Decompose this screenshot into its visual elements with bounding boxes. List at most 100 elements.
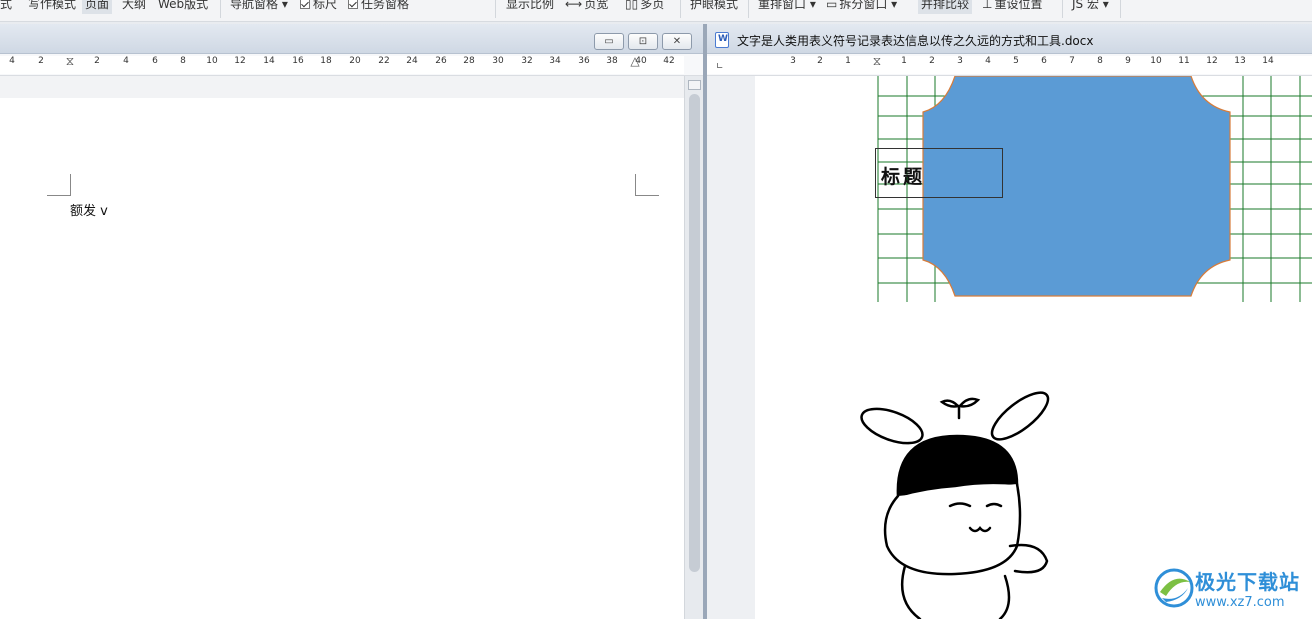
ruler-tick: 8 xyxy=(1097,56,1103,66)
page-width-icon: ⟷ xyxy=(565,0,583,11)
indent-marker-icon[interactable]: ⧖ xyxy=(873,54,881,69)
page-width-label: 页宽 xyxy=(584,0,609,11)
ruler-tick: 2 xyxy=(817,56,823,66)
ribbon-item-arrange-windows[interactable]: 重排窗口 ▾ xyxy=(758,0,816,14)
dropdown-arrow-icon: ▾ xyxy=(887,0,898,11)
ruler-tick: 10 xyxy=(206,56,218,66)
ruler-tick: 13 xyxy=(1234,56,1246,66)
ruler-tick: 1 xyxy=(845,56,851,66)
ruler-tick: 3 xyxy=(957,56,963,66)
ruler-tick: 4 xyxy=(985,56,991,66)
scrollbar-thumb[interactable] xyxy=(689,94,700,572)
restore-icon: ⊡ xyxy=(638,36,648,47)
close-button[interactable]: ✕ xyxy=(662,33,692,50)
ribbon-separator xyxy=(1062,0,1063,18)
ribbon-item-outline[interactable]: 大纲 xyxy=(122,0,146,14)
ruler-tick: 4 xyxy=(123,56,129,66)
right-document-canvas[interactable]: 标题 xyxy=(707,75,1312,619)
ruler-tick: 20 xyxy=(349,56,361,66)
wps-writer-doc-icon xyxy=(715,32,729,48)
js-macro-label: JS 宏 xyxy=(1072,0,1099,11)
ruler-tick: 2 xyxy=(929,56,935,66)
ruler-tick: 7 xyxy=(1069,56,1075,66)
ruler-tick: 22 xyxy=(378,56,390,66)
right-title-bar: 文字是人类用表义符号记录表达信息以传之久远的方式和工具.docx xyxy=(707,24,1312,54)
close-icon: ✕ xyxy=(672,36,682,47)
reset-position-label: 重设位置 xyxy=(994,0,1043,11)
site-watermark: 极光下载站 www.xz7.com xyxy=(1150,562,1310,614)
ribbon-item-ruler[interactable]: 标尺 xyxy=(300,0,337,14)
checkbox-icon xyxy=(348,0,358,9)
ruler-tick: 1 xyxy=(901,56,907,66)
document-title: 文字是人类用表义符号记录表达信息以传之久远的方式和工具.docx xyxy=(737,34,1094,48)
ruler-tick: 9 xyxy=(1125,56,1131,66)
ribbon-separator xyxy=(495,0,496,18)
ribbon-item-mode[interactable]: 式 xyxy=(0,0,12,14)
ruler-tick: 40 xyxy=(635,56,647,66)
ruler-tick: 14 xyxy=(263,56,275,66)
ribbon-item-page-width[interactable]: ⟷ 页宽 xyxy=(565,0,608,14)
dropdown-arrow-icon: ▾ xyxy=(1098,0,1109,11)
ruler-tick: 26 xyxy=(435,56,447,66)
ribbon-item-reset-position[interactable]: ⊥ 重设位置 xyxy=(982,0,1042,14)
app-window: 式 写作模式 页面 大纲 Web版式 导航窗格 ▾ 标尺 任务窗格 显示比例 ⟷… xyxy=(0,0,1312,619)
nav-pane-label: 导航窗格 xyxy=(230,0,279,11)
minimize-button[interactable]: ▭ xyxy=(594,33,624,50)
ruler-tick: 4 xyxy=(9,56,15,66)
left-document-window: ▭ ⊡ ✕ 4 2 ⧖ 2 4 6 8 10 12 14 16 18 20 22… xyxy=(0,24,703,619)
indent-marker-icon[interactable]: ⧖ xyxy=(66,54,74,69)
reset-position-icon: ⊥ xyxy=(982,0,993,11)
checkbox-icon xyxy=(300,0,310,9)
document-body-text[interactable]: 额发 v xyxy=(70,200,108,219)
ribbon-item-page-view[interactable]: 页面 xyxy=(82,0,113,14)
ribbon-item-eye-protection[interactable]: 护眼模式 xyxy=(690,0,738,14)
ruler-tick: 11 xyxy=(1178,56,1190,66)
ribbon-item-nav-pane[interactable]: 导航窗格 ▾ xyxy=(230,0,288,14)
ruler-tick: 10 xyxy=(1150,56,1162,66)
left-horizontal-ruler[interactable]: 4 2 ⧖ 2 4 6 8 10 12 14 16 18 20 22 24 26… xyxy=(0,54,703,76)
ribbon-item-task-pane[interactable]: 任务窗格 xyxy=(348,0,409,14)
ribbon-view-toolbar: 式 写作模式 页面 大纲 Web版式 导航窗格 ▾ 标尺 任务窗格 显示比例 ⟷… xyxy=(0,0,1312,22)
document-page[interactable]: 标题 xyxy=(755,75,1312,619)
ruler-tick: 6 xyxy=(152,56,158,66)
ribbon-item-web-layout[interactable]: Web版式 xyxy=(158,0,208,14)
ruler-toggle-button[interactable] xyxy=(688,80,701,90)
ruler-tick: 38 xyxy=(606,56,618,66)
ribbon-item-writing-mode[interactable]: 写作模式 xyxy=(28,0,76,14)
rabbit-illustration[interactable] xyxy=(857,385,1055,619)
ruler-page-area xyxy=(707,56,1312,74)
split-window-label: 拆分窗口 xyxy=(839,0,888,11)
left-document-canvas[interactable]: 额发 v xyxy=(0,76,684,619)
ruler-tick: 42 xyxy=(663,56,675,66)
ribbon-item-split-window[interactable]: ▭ 拆分窗口 ▾ xyxy=(826,0,897,14)
ribbon-item-js-macro[interactable]: JS 宏 ▾ xyxy=(1072,0,1109,14)
multi-page-label: 多页 xyxy=(640,0,665,11)
ribbon-separator xyxy=(680,0,681,18)
split-window-icon: ▭ xyxy=(826,0,838,11)
ruler-tick: 32 xyxy=(521,56,533,66)
ruler-tick: 6 xyxy=(1041,56,1047,66)
ribbon-item-zoom[interactable]: 显示比例 xyxy=(506,0,554,14)
text-box[interactable]: 标题 xyxy=(875,148,1003,198)
ribbon-item-multi-page[interactable]: ▯▯ 多页 xyxy=(625,0,664,14)
margin-corner-mark xyxy=(635,174,659,196)
right-document-window: 文字是人类用表义符号记录表达信息以传之久远的方式和工具.docx ∟ 3 2 1… xyxy=(707,24,1312,619)
restore-button[interactable]: ⊡ xyxy=(628,33,658,50)
tab-stop-icon[interactable]: ∟ xyxy=(716,62,724,72)
ruler-tick: 14 xyxy=(1262,56,1274,66)
arrange-windows-label: 重排窗口 xyxy=(758,0,807,11)
ruler-tick: 24 xyxy=(406,56,418,66)
right-horizontal-ruler[interactable]: ∟ 3 2 1 ⧖ 1 2 3 4 5 6 7 8 9 10 11 12 13 … xyxy=(707,54,1312,76)
ruler-tick: 3 xyxy=(790,56,796,66)
ruler-tick: 30 xyxy=(492,56,504,66)
ruler-tick: 12 xyxy=(234,56,246,66)
task-pane-label: 任务窗格 xyxy=(361,0,410,11)
left-vertical-scrollbar[interactable] xyxy=(684,76,703,619)
ruler-tick: 8 xyxy=(180,56,186,66)
ruler-tick: 2 xyxy=(94,56,100,66)
ruler-label: 标尺 xyxy=(313,0,338,11)
ribbon-separator xyxy=(1120,0,1121,18)
page-drawing-layer xyxy=(857,75,1312,619)
ribbon-item-side-by-side[interactable]: 并排比较 xyxy=(918,0,973,14)
ruler-tick: 12 xyxy=(1206,56,1218,66)
